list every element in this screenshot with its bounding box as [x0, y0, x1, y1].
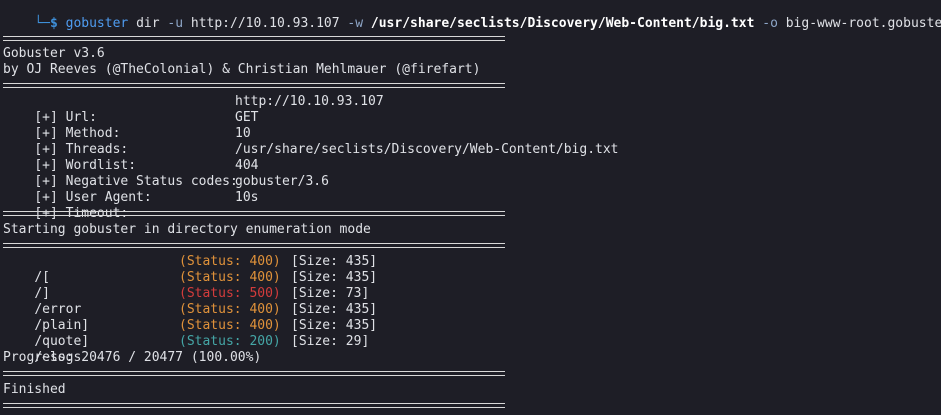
config-row-method: [+] Method: GET — [3, 110, 258, 141]
finished-message: Finished — [3, 382, 66, 397]
config-row-wordlist: [+] Wordlist:/usr/share/seclists/Discove… — [3, 142, 618, 173]
progress-line: Progress: 20476 / 20477 (100.00%) — [3, 350, 262, 365]
result-row: /plain] (Status: 400) [Size: 435] — [3, 302, 377, 333]
result-status: (Status: 400) — [179, 254, 281, 269]
separator-line — [3, 211, 505, 216]
config-row-threads: [+] Threads: 10 — [3, 126, 250, 157]
result-status: (Status: 200) — [179, 334, 281, 349]
config-row-negative-status: [+] Negative Status codes: 404 — [3, 158, 258, 189]
config-value: 10 — [235, 126, 251, 141]
command-output-file: big-www-root.gobuster — [785, 16, 941, 31]
config-value: 404 — [235, 158, 259, 173]
command-subcommand: dir — [136, 16, 160, 31]
separator-line — [3, 243, 505, 248]
separator-line — [3, 36, 505, 41]
prompt-corner: └─ — [34, 16, 50, 31]
separator-line — [3, 371, 505, 376]
result-row: /~logs (Status: 200) [Size: 29] — [3, 334, 369, 365]
config-value: http://10.10.93.107 — [235, 94, 384, 109]
result-size: [Size: 29] — [291, 334, 370, 349]
command-wordlist: /usr/share/seclists/Discovery/Web-Conten… — [370, 16, 755, 31]
config-row-timeout: [+] Timeout: 10s — [3, 190, 258, 221]
separator-line — [3, 83, 505, 88]
command-name: gobuster — [65, 16, 129, 31]
config-value: gobuster/3.6 — [235, 174, 329, 189]
result-row: /quote] (Status: 400) [Size: 435] — [3, 318, 377, 349]
wordlist-flag: -w — [347, 16, 364, 31]
url-flag: -u — [167, 16, 184, 31]
banner-title: Gobuster v3.6 — [3, 46, 105, 61]
command-url: http://10.10.93.107 — [190, 16, 340, 31]
separator-line — [3, 403, 505, 408]
terminal-window[interactable]: └─$ gobuster dir -u http://10.10.93.107 … — [0, 0, 941, 415]
command-line: └─$ gobuster dir -u http://10.10.93.107 … — [3, 0, 941, 31]
config-value: 10s — [235, 190, 259, 205]
result-row: /error (Status: 500) [Size: 73] — [3, 286, 369, 317]
result-status: (Status: 400) — [179, 302, 281, 317]
output-flag: -o — [762, 16, 778, 31]
banner-authors: by OJ Reeves (@TheColonial) & Christian … — [3, 62, 481, 77]
result-size: [Size: 435] — [291, 302, 378, 317]
result-row: /[(Status: 400) [Size: 435] — [3, 254, 377, 285]
config-value: GET — [235, 110, 259, 125]
config-value: /usr/share/seclists/Discovery/Web-Conten… — [235, 142, 619, 157]
result-size: [Size: 435] — [291, 270, 378, 285]
result-size: [Size: 73] — [291, 286, 370, 301]
start-message: Starting gobuster in directory enumerati… — [3, 222, 371, 237]
prompt-symbol: $ — [49, 16, 58, 31]
result-status: (Status: 400) — [179, 318, 281, 333]
config-row-url: [+] Url: http://10.10.93.107 — [3, 94, 383, 125]
result-status: (Status: 400) — [179, 270, 281, 285]
result-size: [Size: 435] — [291, 318, 378, 333]
result-status: (Status: 500) — [179, 286, 281, 301]
result-size: [Size: 435] — [291, 254, 378, 269]
result-row: /] (Status: 400) [Size: 435] — [3, 270, 377, 301]
config-row-user-agent: [+] User Agent: gobuster/3.6 — [3, 174, 329, 205]
